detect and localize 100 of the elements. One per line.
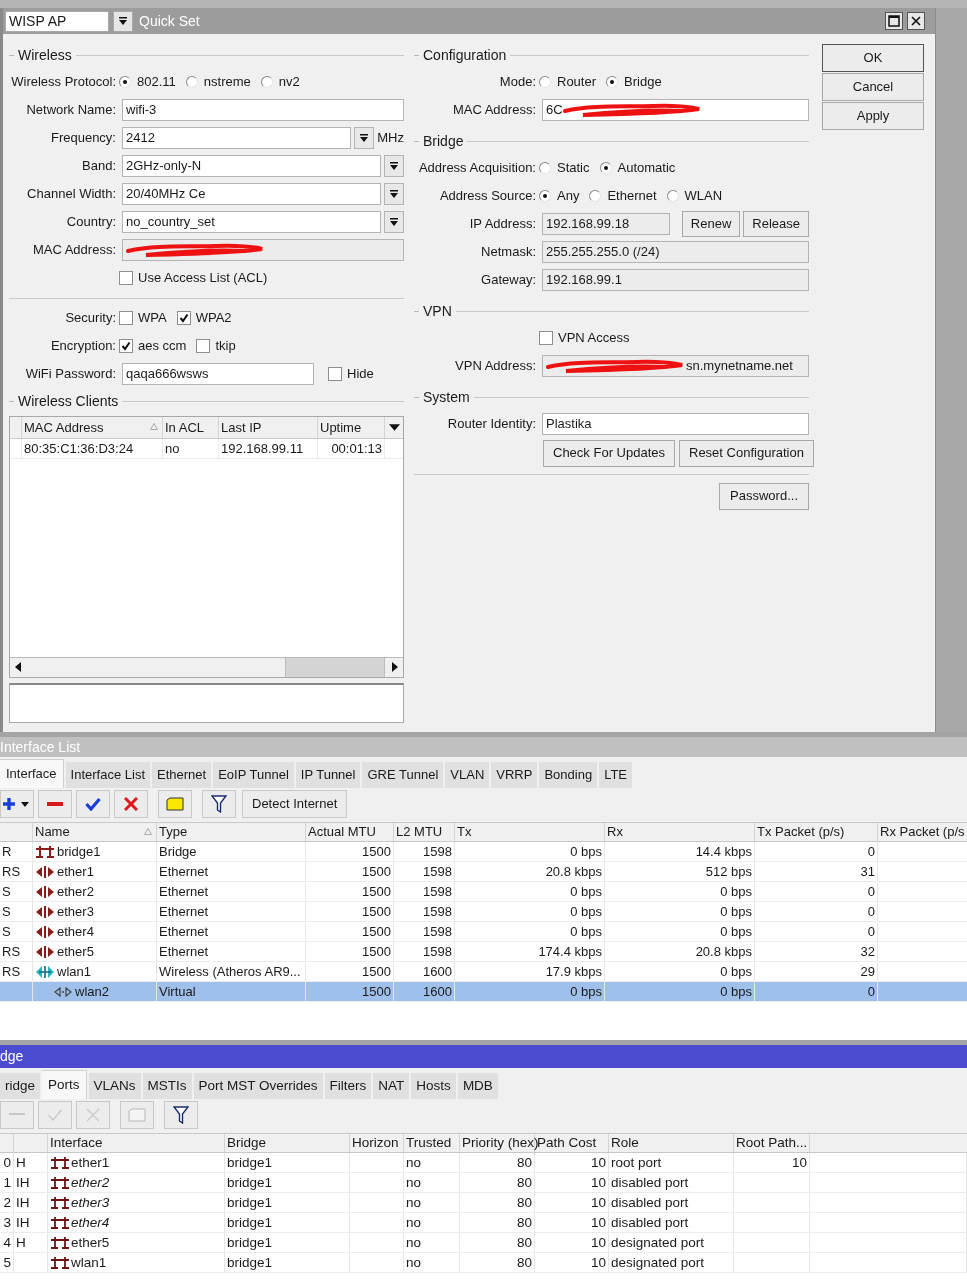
column-header[interactable]: Actual MTU (306, 823, 394, 841)
tab[interactable]: Ports (42, 1070, 87, 1099)
radio-button[interactable] (666, 190, 679, 202)
table-row[interactable]: S ether2 Ethernet 1500 1598 0 bps 0 bps 0 (0, 882, 967, 902)
tab[interactable]: Interface List (65, 762, 151, 788)
input-field[interactable]: 20/40MHz Ce (122, 183, 381, 205)
toolbar-button[interactable] (0, 790, 34, 818)
input-field[interactable]: qaqa666wsws (122, 363, 314, 385)
radio-button[interactable] (539, 190, 551, 202)
tab[interactable]: Hosts (411, 1073, 456, 1099)
column-header[interactable]: Bridge (225, 1134, 350, 1152)
column-header[interactable]: Role (609, 1134, 734, 1152)
table-row[interactable]: RS ether1 Ethernet 1500 1598 20.8 kbps 512 bps 31 (0, 862, 967, 882)
input-field[interactable]: no_country_set (122, 211, 381, 233)
button[interactable]: Check For Updates (543, 439, 675, 467)
checkbox[interactable] (539, 331, 553, 345)
table-row[interactable]: RS wlan1 Wireless (Atheros AR9... 1500 1600 17.9 kbps 0 bps 29 (0, 962, 967, 982)
button[interactable]: Apply (822, 102, 924, 130)
radio-button[interactable] (589, 190, 602, 202)
dropdown-button[interactable] (354, 127, 375, 149)
column-header[interactable]: Root Path... (734, 1134, 810, 1152)
table-row[interactable]: R bridge1 Bridge 1500 1598 0 bps 14.4 kbps 0 (0, 842, 967, 862)
tab[interactable]: VLANs (88, 1073, 141, 1099)
dropdown-button[interactable] (113, 10, 133, 32)
table-row[interactable]: S ether4 Ethernet 1500 1598 0 bps 0 bps 0 (0, 922, 967, 942)
column-header[interactable]: Last IP (219, 417, 318, 438)
checkbox[interactable] (328, 367, 342, 381)
column-header[interactable]: Rx Packet (p/s (878, 823, 967, 841)
button[interactable]: OK (822, 44, 924, 72)
column-header[interactable]: Horizon (350, 1134, 404, 1152)
tab[interactable]: VRRP (491, 762, 538, 788)
radio-button[interactable] (539, 76, 551, 88)
column-header[interactable]: Tx (455, 823, 605, 841)
column-header[interactable]: Tx Packet (p/s) (755, 823, 878, 841)
table-row[interactable]: wlan2 Virtual 1500 1600 0 bps 0 bps 0 (0, 982, 967, 1002)
checkbox[interactable] (196, 339, 211, 353)
maximize-button[interactable] (885, 12, 903, 30)
radio-button[interactable] (260, 76, 273, 88)
tab[interactable]: GRE Tunnel (362, 762, 444, 788)
checkbox[interactable] (119, 339, 133, 353)
button[interactable]: Release (743, 211, 809, 237)
tab[interactable]: MSTIs (142, 1073, 192, 1099)
tab[interactable]: Filters (324, 1073, 372, 1099)
input-field[interactable]: 192.168.99.1 (542, 269, 809, 291)
checkbox[interactable] (119, 271, 133, 285)
column-header[interactable]: Uptime (318, 417, 385, 438)
input-field[interactable]: 2GHz-only-N (122, 155, 381, 177)
input-field[interactable]: Plastika (542, 413, 809, 435)
horizontal-scrollbar[interactable] (10, 657, 403, 677)
profile-dropdown[interactable]: WISP AP (5, 10, 109, 32)
button[interactable]: Password... (719, 482, 809, 510)
tab[interactable]: LTE (599, 762, 632, 788)
tab[interactable]: Bonding (539, 762, 598, 788)
radio-button[interactable] (185, 76, 198, 88)
column-header[interactable]: Name (33, 823, 157, 841)
input-field[interactable]: wifi-3 (122, 99, 404, 121)
checkbox[interactable] (176, 311, 191, 325)
column-header[interactable]: MAC Address (22, 417, 163, 438)
tab[interactable]: MDB (457, 1073, 498, 1099)
button[interactable]: Detect Internet (242, 790, 348, 818)
tab[interactable]: IP Tunnel (295, 762, 361, 788)
checkbox[interactable] (119, 311, 133, 325)
column-header[interactable]: Type (157, 823, 306, 841)
tab[interactable]: Interface (0, 759, 64, 788)
button[interactable]: Renew (681, 211, 741, 237)
input-field[interactable]: 192.168.99.18 (542, 213, 670, 235)
tab[interactable]: NAT (373, 1073, 410, 1099)
input-field[interactable]: 6C (542, 99, 809, 121)
tab[interactable]: Ethernet (152, 762, 212, 788)
column-header[interactable]: In ACL (163, 417, 219, 438)
toolbar-button[interactable] (202, 790, 236, 818)
column-header[interactable]: Trusted (404, 1134, 460, 1152)
input-field[interactable]: sn.mynetname.net (542, 355, 809, 377)
button[interactable]: Cancel (822, 73, 924, 101)
tab[interactable]: ridge (0, 1073, 41, 1099)
close-button[interactable] (907, 12, 925, 30)
radio-button[interactable] (599, 162, 612, 174)
toolbar-button[interactable] (164, 1101, 198, 1129)
input-field[interactable] (122, 239, 404, 261)
tab[interactable]: EoIP Tunnel (213, 762, 294, 788)
tab[interactable]: VLAN (445, 762, 490, 788)
dropdown-button[interactable] (384, 183, 404, 205)
radio-button[interactable] (119, 76, 131, 88)
tab[interactable]: Port MST Overrides (193, 1073, 323, 1099)
table-cell: 0 bps (455, 902, 605, 921)
column-header[interactable]: Rx (605, 823, 755, 841)
column-header[interactable]: Interface (48, 1134, 225, 1152)
input-field[interactable]: 2412 (122, 127, 352, 149)
table-row[interactable]: RS ether5 Ethernet 1500 1598 174.4 kbps 20.8 kbps 32 (0, 942, 967, 962)
toolbar-button[interactable] (76, 790, 110, 818)
button[interactable]: Reset Configuration (679, 439, 814, 467)
text-area[interactable] (9, 683, 404, 723)
table-row[interactable]: S ether3 Ethernet 1500 1598 0 bps 0 bps 0 (0, 902, 967, 922)
column-header[interactable]: L2 MTU (394, 823, 455, 841)
dropdown-button[interactable] (384, 155, 404, 177)
radio-button[interactable] (539, 162, 551, 174)
dropdown-button[interactable] (384, 211, 404, 233)
input-field[interactable]: 255.255.255.0 (/24) (542, 241, 809, 263)
column-menu-icon[interactable] (388, 424, 400, 431)
radio-button[interactable] (606, 76, 619, 88)
